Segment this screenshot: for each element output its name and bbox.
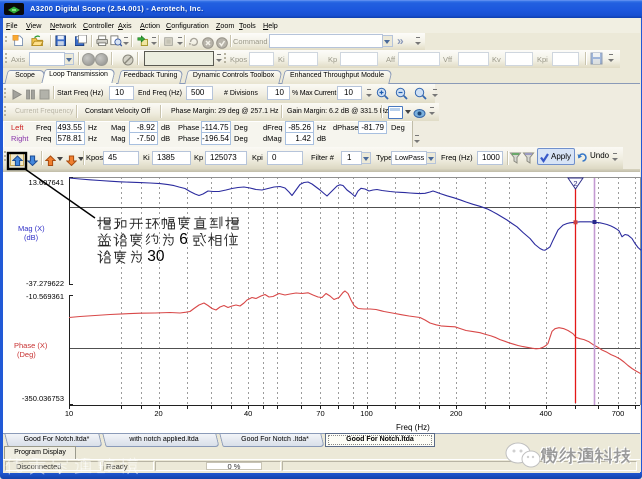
svg-text:2: 2 <box>573 179 577 188</box>
